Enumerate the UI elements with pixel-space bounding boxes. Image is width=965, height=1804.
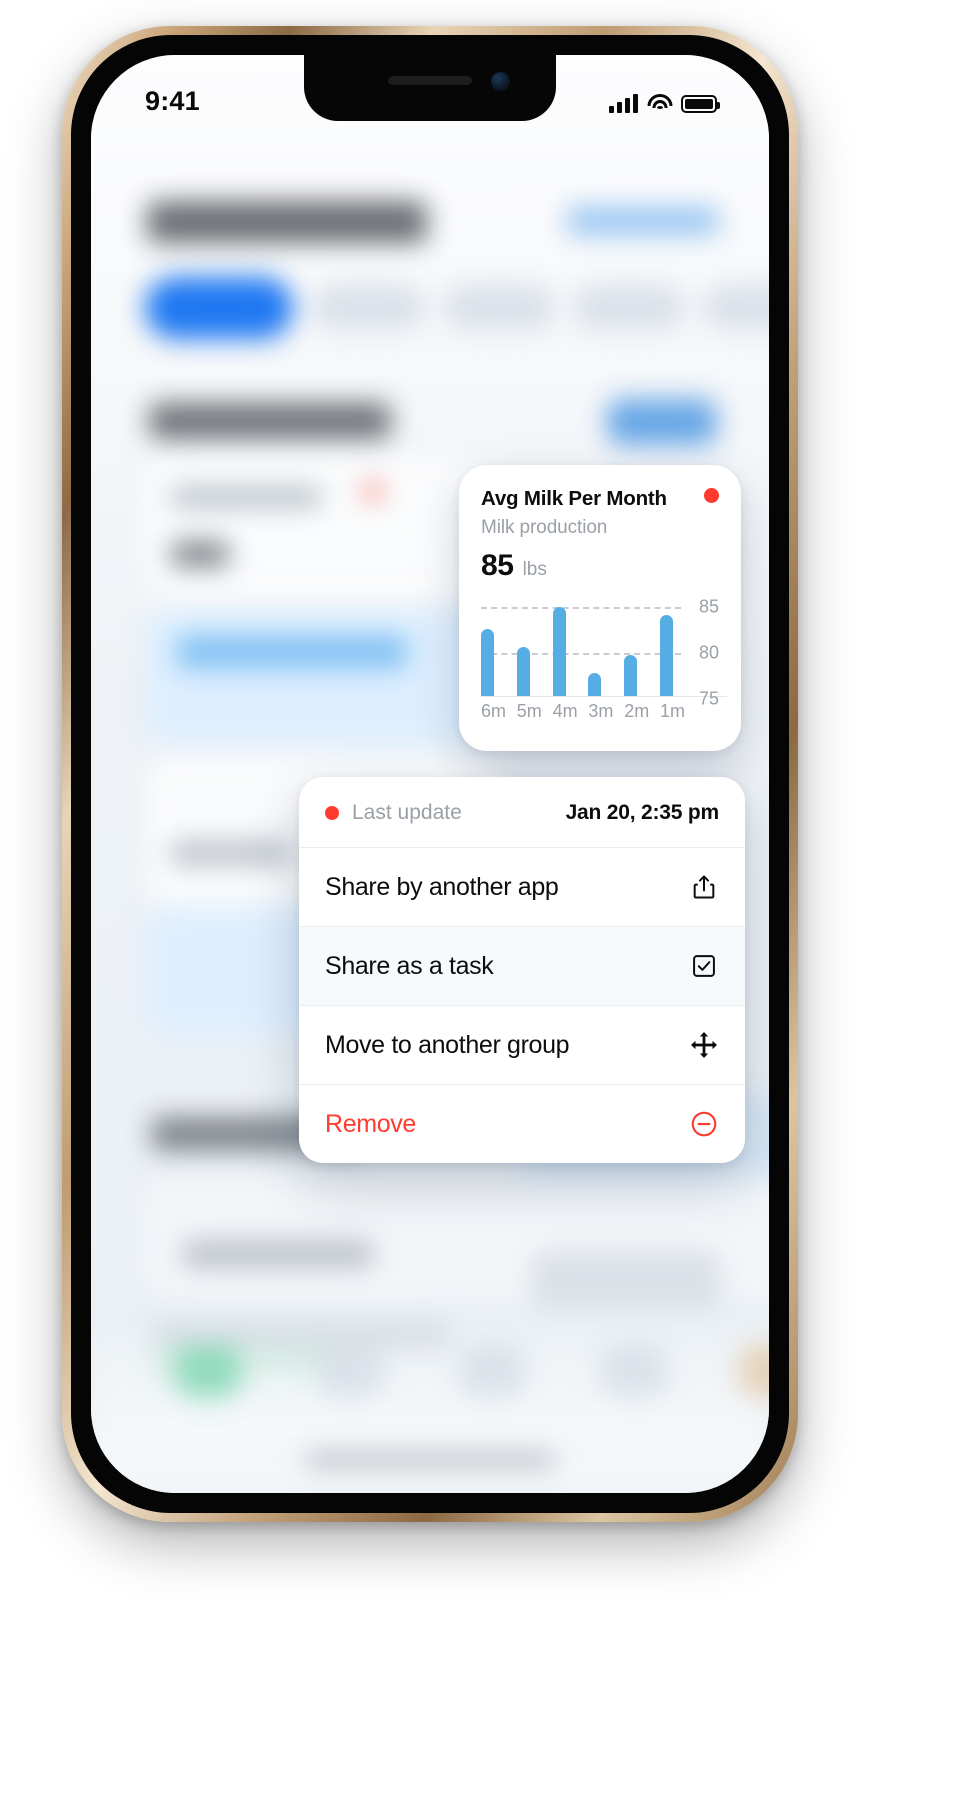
bar-column xyxy=(659,599,673,697)
share-icon xyxy=(689,872,719,902)
menu-item-label: Remove xyxy=(325,1109,416,1138)
y-tick-75: 75 xyxy=(698,688,719,709)
chart-baseline xyxy=(481,696,727,697)
chart-plot-area xyxy=(481,599,681,697)
signal-bars-icon xyxy=(609,94,638,113)
x-tick-4m: 4m xyxy=(552,701,578,721)
y-tick-80: 80 xyxy=(698,642,719,663)
bar-6m xyxy=(481,629,494,697)
bar-chart: 85 80 75 6m 5m 4m 3m 2m 1m xyxy=(481,596,727,727)
widget-subtitle: Milk production xyxy=(481,517,608,538)
move-arrows-icon xyxy=(689,1030,719,1060)
phone-bezel: 9:41 Avg Milk Per Month Milk production … xyxy=(71,35,789,1513)
last-update-value: Jan 20, 2:35 pm xyxy=(565,801,720,824)
bar-column xyxy=(624,599,638,697)
menu-item-share-as-a-task[interactable]: Share as a task xyxy=(299,927,745,1006)
screenshot-stage: 9:41 Avg Milk Per Month Milk production … xyxy=(0,0,965,1804)
widget-value: 85 xyxy=(481,549,514,582)
status-bar-time: 9:41 xyxy=(145,86,200,116)
menu-item-move-to-another-group[interactable]: Move to another group xyxy=(299,1006,745,1085)
context-menu-sheet: Last update Jan 20, 2:35 pm Share by ano… xyxy=(299,777,745,1163)
y-tick-85: 85 xyxy=(698,596,719,617)
last-update-label: Last update xyxy=(352,801,462,824)
background-blur-layer xyxy=(91,55,769,1493)
x-tick-6m: 6m xyxy=(481,701,507,721)
bar-5m xyxy=(516,647,530,697)
x-tick-3m: 3m xyxy=(588,701,614,721)
bar-2m xyxy=(624,655,638,697)
menu-item-label: Share as a task xyxy=(325,951,494,980)
bar-column xyxy=(552,599,566,697)
x-tick-5m: 5m xyxy=(516,701,542,721)
bar-column xyxy=(588,599,602,697)
chart-x-labels: 6m 5m 4m 3m 2m 1m xyxy=(481,701,685,727)
phone-device-frame: 9:41 Avg Milk Per Month Milk production … xyxy=(62,26,798,1522)
battery-full-icon xyxy=(681,95,720,113)
widget-value-row: 85 lbs xyxy=(481,549,719,583)
checkbox-icon xyxy=(689,951,719,981)
wifi-icon xyxy=(647,94,672,113)
widget-preview-card[interactable]: Avg Milk Per Month Milk production 85 lb… xyxy=(459,465,741,751)
widget-unit: lbs xyxy=(522,559,547,580)
bar-column xyxy=(481,599,494,697)
last-update-row: Last update Jan 20, 2:35 pm xyxy=(299,777,745,848)
menu-item-share-by-another-app[interactable]: Share by another app xyxy=(299,848,745,927)
bar-column xyxy=(516,599,530,697)
status-bar: 9:41 xyxy=(91,55,769,127)
background-app xyxy=(91,55,769,1493)
bar-1m xyxy=(659,615,673,697)
chart-bars xyxy=(481,599,673,697)
alert-dot-icon xyxy=(704,488,719,503)
menu-item-label: Share by another app xyxy=(325,872,559,901)
x-tick-1m: 1m xyxy=(659,701,685,721)
status-dot-icon xyxy=(325,806,339,820)
bar-3m xyxy=(588,673,602,697)
bar-4m xyxy=(552,607,566,697)
status-bar-indicators xyxy=(609,94,720,117)
phone-screen: 9:41 Avg Milk Per Month Milk production … xyxy=(91,55,769,1493)
menu-item-label: Move to another group xyxy=(325,1030,570,1059)
last-update-left: Last update xyxy=(325,801,462,825)
menu-item-remove[interactable]: Remove xyxy=(299,1085,745,1163)
x-tick-2m: 2m xyxy=(624,701,650,721)
remove-circle-icon xyxy=(689,1109,719,1139)
widget-title: Avg Milk Per Month xyxy=(481,487,667,510)
